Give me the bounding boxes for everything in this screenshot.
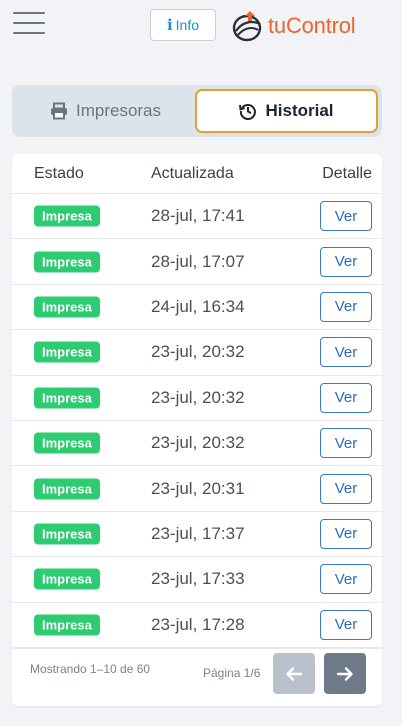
status-badge: Impresa [34,478,100,500]
updated-date: 23-jul, 20:31 [151,478,245,498]
updated-date: 23-jul, 17:28 [151,614,245,634]
view-detail-button[interactable]: Ver [320,428,372,459]
hamburger-menu-icon[interactable] [13,12,45,34]
table-row: Impresa 23-jul, 17:33 Ver [12,557,382,603]
status-badge: Impresa [34,387,100,409]
status-badge: Impresa [34,341,100,363]
status-badge: Impresa [34,251,100,273]
view-detail-button[interactable]: Ver [320,246,372,277]
table-row: Impresa 23-jul, 20:32 Ver [12,421,382,467]
updated-date: 23-jul, 20:32 [151,342,245,362]
updated-date: 23-jul, 17:33 [151,569,245,589]
view-detail-button[interactable]: Ver [320,382,372,413]
status-badge: Impresa [34,568,100,590]
table-row: Impresa 23-jul, 17:28 Ver [12,603,382,648]
table-row: Impresa 24-jul, 16:34 Ver [12,285,382,331]
logo-text: tuControl [268,13,356,38]
table-header: Estado Actualizada Detalle [12,154,382,194]
status-badge: Impresa [34,614,100,636]
pagination-summary: Mostrando 1–10 de 60 [30,662,151,676]
view-detail-button[interactable]: Ver [320,564,372,595]
table-row: Impresa 23-jul, 17:37 Ver [12,512,382,558]
updated-date: 23-jul, 20:32 [151,387,245,407]
info-icon: i [166,16,173,34]
tab-impresoras[interactable]: Impresoras [16,89,195,133]
updated-date: 28-jul, 17:41 [151,206,245,226]
table-row: Impresa 23-jul, 20:32 Ver [12,330,382,376]
history-icon [239,104,257,120]
view-detail-button[interactable]: Ver [320,518,372,549]
view-detail-button[interactable]: Ver [320,337,372,368]
tab-historial-label: Historial [265,101,334,120]
updated-date: 28-jul, 17:07 [151,251,245,271]
status-badge: Impresa [34,432,100,454]
status-badge: Impresa [34,523,100,545]
table-body: Impresa 28-jul, 17:41 Ver Impresa 28-jul, 17… [12,194,382,648]
pagination: Mostrando 1–10 de 60 Página 1/6 [12,648,382,706]
column-header-actualizada: Actualizada [151,164,234,182]
tab-impresoras-label: Impresoras [75,101,162,120]
arrow-right-icon [336,666,353,681]
table-row: Impresa 23-jul, 20:31 Ver [12,466,382,512]
column-header-estado: Estado [34,164,84,182]
view-tabs: Impresoras Historial [12,85,382,137]
updated-date: 23-jul, 20:32 [151,433,245,453]
app-logo: tuControl [230,8,370,44]
status-badge: Impresa [34,296,100,318]
history-table: Estado Actualizada Detalle Impresa 28-jul… [12,154,382,706]
arrow-left-icon [286,666,303,681]
view-detail-button[interactable]: Ver [320,609,372,640]
view-detail-button[interactable]: Ver [320,291,372,322]
view-detail-button[interactable]: Ver [320,201,372,232]
updated-date: 24-jul, 16:34 [151,296,245,316]
info-button-label: Info [175,17,200,33]
next-page-button[interactable] [324,653,366,694]
previous-page-button[interactable] [273,653,315,694]
updated-date: 23-jul, 17:37 [151,523,245,543]
table-row: Impresa 28-jul, 17:07 Ver [12,239,382,285]
logo-icon [232,11,262,42]
tab-historial[interactable]: Historial [195,89,378,133]
table-row: Impresa 23-jul, 20:32 Ver [12,376,382,421]
status-badge: Impresa [34,205,100,227]
info-button[interactable]: i Info [150,9,216,41]
app-header: i Info tuControl [0,0,402,48]
column-header-detalle: Detalle [322,164,372,182]
view-detail-button[interactable]: Ver [320,473,372,504]
pagination-page-indicator: Página 1/6 [203,666,261,680]
table-row: Impresa 28-jul, 17:41 Ver [12,194,382,240]
printer-icon [50,102,67,120]
